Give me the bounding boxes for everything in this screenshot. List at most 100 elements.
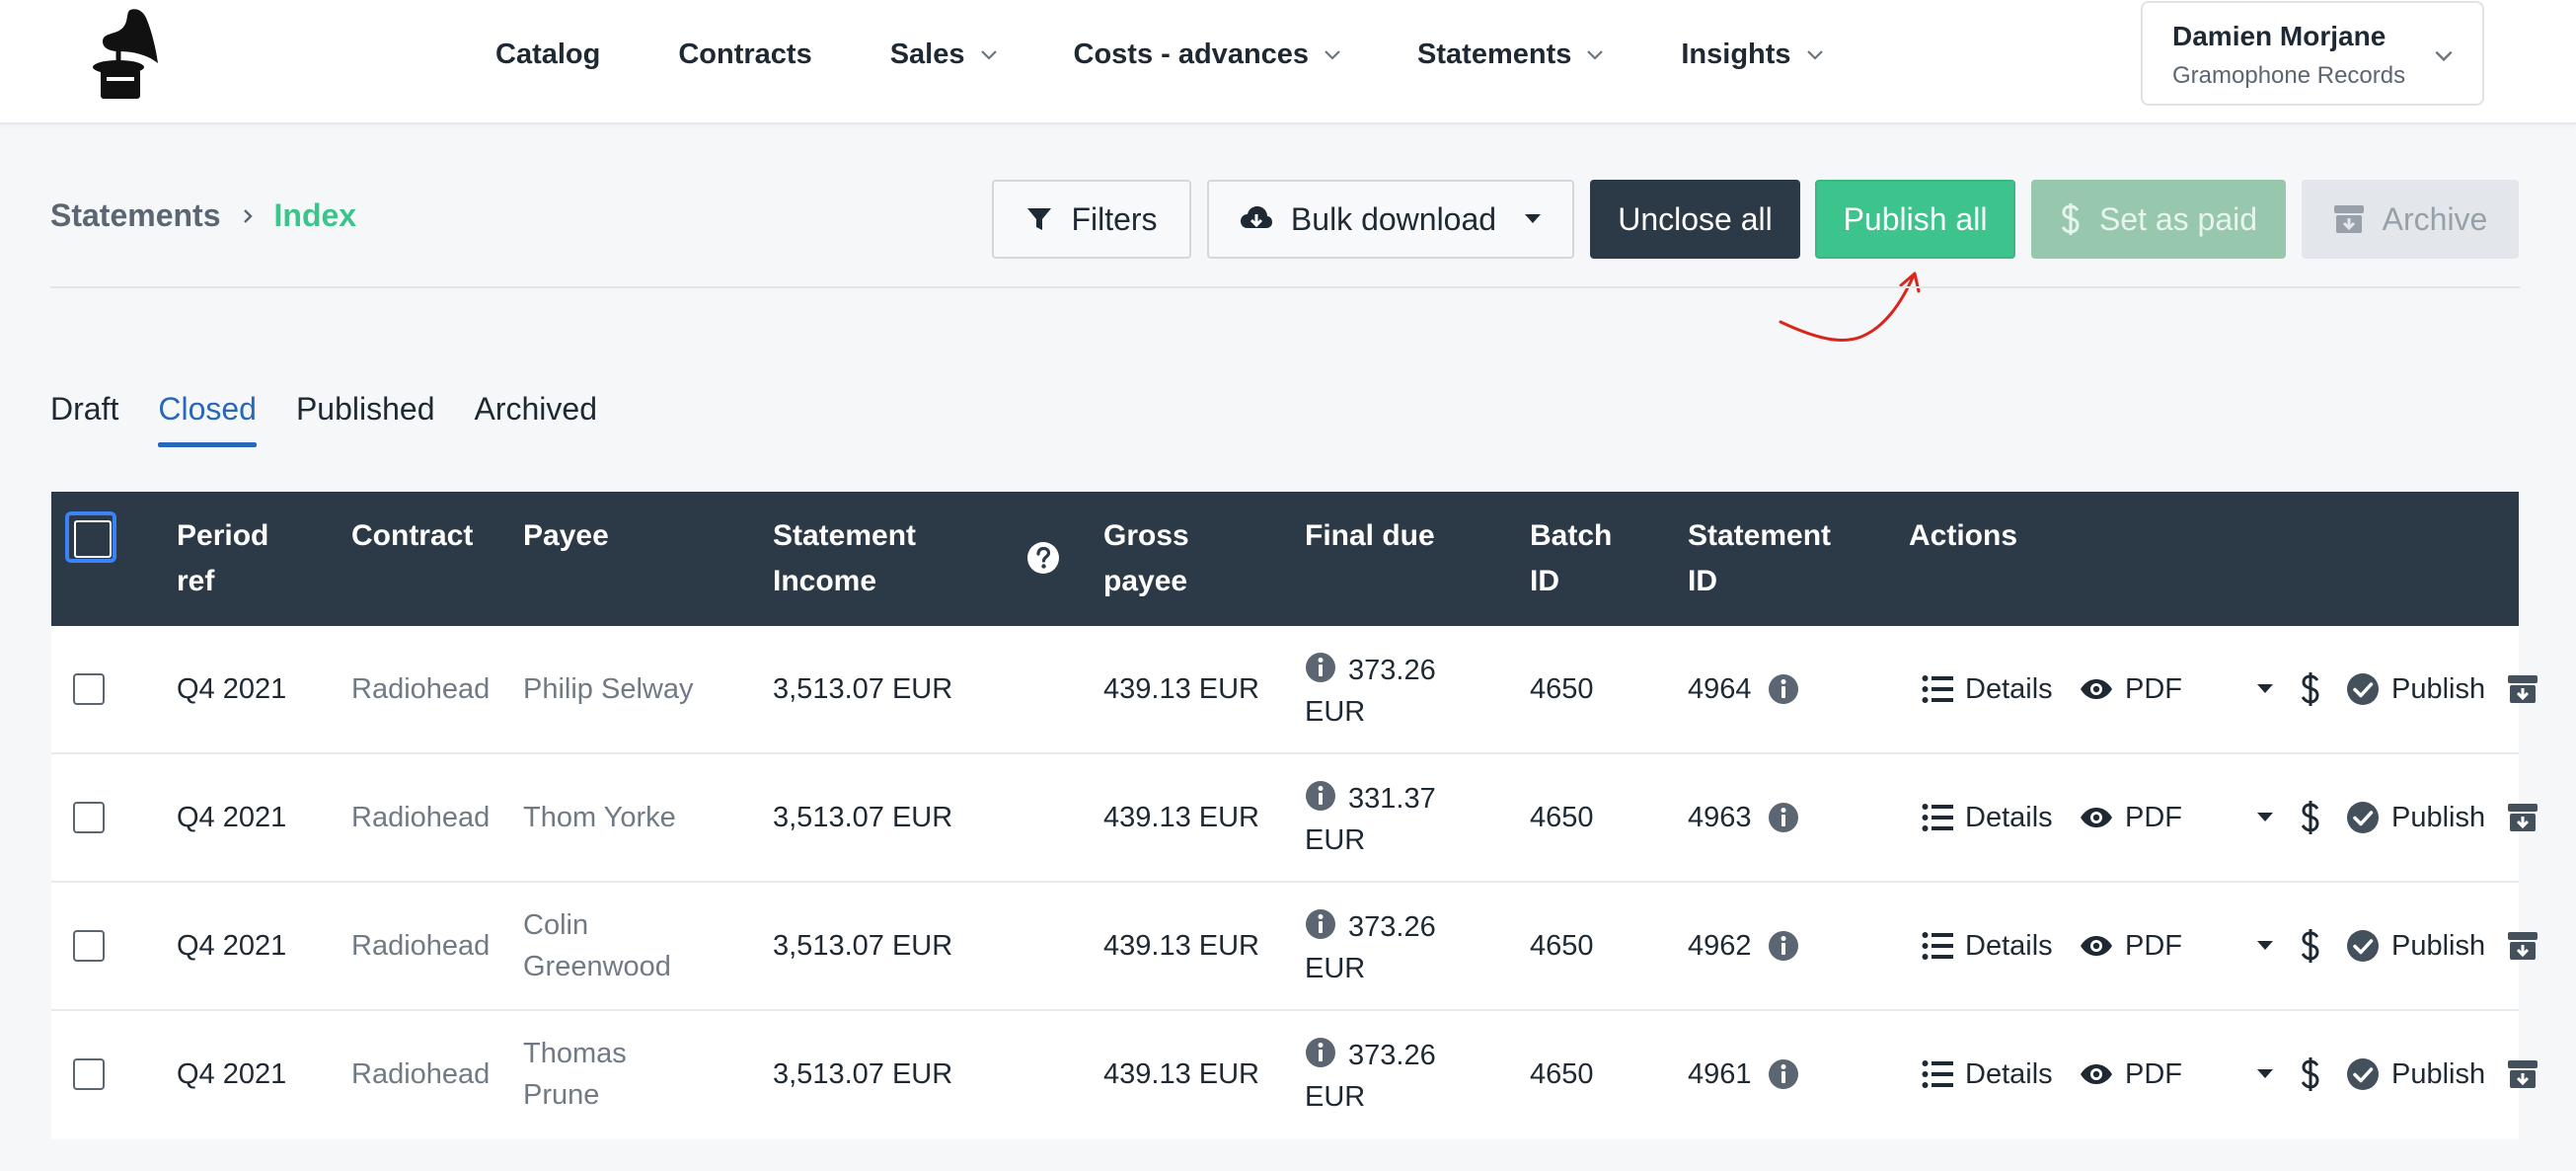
nav-sales[interactable]: Sales: [890, 39, 999, 71]
statement-id-value: 4964: [1688, 672, 1752, 705]
header-contract[interactable]: Contract: [351, 513, 473, 559]
caret-down-icon: [2257, 684, 2273, 693]
list-icon: [1922, 804, 1953, 831]
final-due-amount: 373.26: [1348, 911, 1436, 943]
gramophone-logo[interactable]: [79, 6, 168, 105]
pdf-action[interactable]: PDF: [2080, 883, 2182, 1009]
info-icon[interactable]: [1305, 908, 1336, 940]
details-action[interactable]: Details: [1922, 626, 2053, 752]
cell-statement-income: 3,513.07 EUR: [773, 1057, 953, 1090]
cell-period-ref: Q4 2021: [177, 929, 287, 962]
pdf-action[interactable]: PDF: [2080, 626, 2182, 752]
header-statement-income[interactable]: Statement Income: [773, 513, 941, 604]
final-due-currency: EUR: [1305, 1081, 1366, 1113]
breadcrumb-statements[interactable]: Statements: [50, 197, 221, 234]
table-body: Q4 2021 Radiohead Philip Selway 3,513.07…: [51, 626, 2538, 1139]
info-icon[interactable]: [1305, 780, 1336, 812]
pdf-options-dropdown[interactable]: [2256, 883, 2274, 1009]
info-icon[interactable]: [1768, 802, 1799, 833]
main-nav: Catalog Contracts Sales Costs - advances…: [495, 0, 1825, 109]
nav-costs-advances[interactable]: Costs - advances: [1074, 39, 1343, 71]
archive-action[interactable]: [2507, 883, 2538, 1009]
cell-contract[interactable]: Radiohead: [351, 883, 490, 1009]
set-paid-action[interactable]: [2300, 626, 2321, 752]
cell-payee[interactable]: Thomas Prune: [523, 1011, 711, 1137]
info-icon[interactable]: [1768, 1058, 1799, 1090]
header-statement-id[interactable]: Statement ID: [1688, 513, 1846, 604]
archive-action[interactable]: [2507, 1011, 2538, 1137]
pdf-options-dropdown[interactable]: [2256, 626, 2274, 752]
archive-action[interactable]: [2507, 754, 2538, 881]
nav-contracts[interactable]: Contracts: [678, 39, 811, 71]
publish-action[interactable]: Publish: [2346, 883, 2485, 1009]
info-icon[interactable]: [1768, 673, 1799, 705]
statement-id-value: 4963: [1688, 801, 1752, 833]
set-paid-action[interactable]: [2300, 754, 2321, 881]
nav-label: Catalog: [495, 38, 601, 70]
table-header: Period ref Contract Payee Statement Inco…: [51, 492, 2519, 626]
header-actions: Actions: [1909, 519, 2018, 552]
pdf-action[interactable]: PDF: [2080, 754, 2182, 881]
info-icon[interactable]: [1305, 1037, 1336, 1068]
tab-archived[interactable]: Archived: [475, 391, 598, 450]
cell-contract[interactable]: Radiohead: [351, 626, 490, 752]
details-action[interactable]: Details: [1922, 754, 2053, 881]
chevron-down-icon: [980, 50, 997, 60]
cell-statement-id: 4962: [1688, 883, 1799, 1009]
help-icon[interactable]: [1026, 541, 1060, 575]
cloud-download-icon: [1240, 206, 1272, 228]
pdf-options-dropdown[interactable]: [2256, 754, 2274, 881]
cell-contract[interactable]: Radiohead: [351, 1011, 490, 1137]
header-batch-id[interactable]: Batch ID: [1530, 513, 1619, 604]
filters-button[interactable]: Filters: [992, 180, 1191, 259]
row-checkbox[interactable]: [73, 1058, 105, 1090]
header-gross-payee[interactable]: Gross payee: [1103, 513, 1202, 604]
button-label: Set as paid: [2098, 200, 2258, 237]
cell-payee[interactable]: Colin Greenwood: [523, 883, 711, 1009]
publish-all-button[interactable]: Publish all: [1815, 180, 2015, 259]
info-icon[interactable]: [1768, 930, 1799, 962]
publish-action[interactable]: Publish: [2346, 1011, 2485, 1137]
chevron-down-icon: [1806, 50, 1823, 60]
tab-published[interactable]: Published: [296, 391, 435, 450]
top-navbar: Catalog Contracts Sales Costs - advances…: [0, 0, 2576, 124]
row-checkbox[interactable]: [73, 802, 105, 833]
publish-action[interactable]: Publish: [2346, 626, 2485, 752]
header-period-ref[interactable]: Period ref: [177, 513, 285, 604]
caret-down-icon: [2257, 1069, 2273, 1078]
archive-button[interactable]: Archive: [2302, 180, 2519, 259]
cell-final-due: 373.26 EUR: [1305, 1035, 1463, 1118]
user-account-menu[interactable]: Damien Morjane Gramophone Records: [2141, 1, 2484, 106]
set-paid-action[interactable]: [2300, 883, 2321, 1009]
set-paid-action[interactable]: [2300, 1011, 2321, 1137]
nav-statements[interactable]: Statements: [1417, 39, 1605, 71]
header-payee[interactable]: Payee: [523, 513, 609, 559]
archive-action[interactable]: [2507, 626, 2538, 752]
unclose-all-button[interactable]: Unclose all: [1590, 180, 1800, 259]
row-checkbox[interactable]: [73, 673, 105, 705]
dollar-icon: [2301, 801, 2319, 834]
tab-closed[interactable]: Closed: [158, 391, 257, 450]
chevron-down-icon: [1587, 50, 1604, 60]
nav-catalog[interactable]: Catalog: [495, 39, 600, 71]
cell-payee[interactable]: Thom Yorke: [523, 754, 711, 881]
set-as-paid-button[interactable]: Set as paid: [2031, 180, 2286, 259]
details-action[interactable]: Details: [1922, 883, 2053, 1009]
check-circle-icon: [2347, 1058, 2379, 1090]
info-icon[interactable]: [1305, 652, 1336, 683]
pdf-options-dropdown[interactable]: [2256, 1011, 2274, 1137]
details-action[interactable]: Details: [1922, 1011, 2053, 1137]
nav-insights[interactable]: Insights: [1681, 39, 1824, 71]
publish-action[interactable]: Publish: [2346, 754, 2485, 881]
bulk-download-button[interactable]: Bulk download: [1207, 180, 1574, 259]
tab-draft[interactable]: Draft: [50, 391, 118, 450]
pdf-action[interactable]: PDF: [2080, 1011, 2182, 1137]
row-checkbox[interactable]: [73, 930, 105, 962]
final-due-currency: EUR: [1305, 824, 1366, 856]
cell-payee[interactable]: Philip Selway: [523, 626, 711, 752]
header-final-due[interactable]: Final due: [1305, 513, 1435, 559]
statement-id-value: 4961: [1688, 1057, 1752, 1090]
cell-contract[interactable]: Radiohead: [351, 754, 490, 881]
select-all-checkbox[interactable]: [65, 511, 116, 563]
eye-icon: [2081, 808, 2112, 827]
